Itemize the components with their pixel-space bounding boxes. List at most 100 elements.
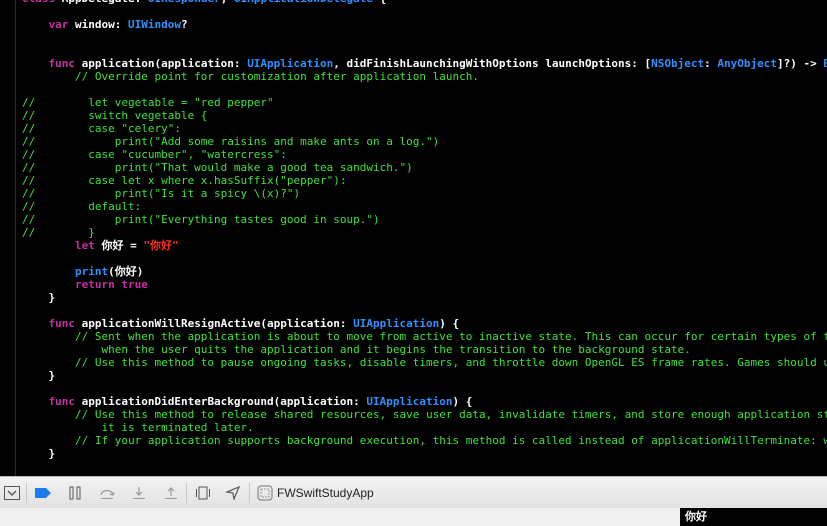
code-line: // print("That would make a good tea san… xyxy=(22,161,827,174)
code-line: func applicationDidEnterBackground(appli… xyxy=(22,395,827,408)
app-target-icon[interactable] xyxy=(256,485,274,501)
code-token-plain: ]?) -> xyxy=(777,57,824,70)
code-line: // Use this method to pause ongoing task… xyxy=(22,356,827,369)
toolbar-separator xyxy=(26,483,27,503)
code-token-plain: : xyxy=(704,57,718,70)
code-line: // switch vegetable { xyxy=(22,109,827,122)
hide-debug-area-icon[interactable] xyxy=(3,485,21,501)
code-token-keyword: true xyxy=(121,278,148,291)
code-line: // print("Everything tastes good in soup… xyxy=(22,213,827,226)
code-text-area[interactable]: class AppDelegate: UIResponder, UIApplic… xyxy=(22,0,827,460)
code-token-comment: // case "celery": xyxy=(22,122,181,135)
code-token-keyword: class xyxy=(22,0,62,5)
code-line: // default: xyxy=(22,200,827,213)
tooltip: 你好 xyxy=(680,508,827,526)
code-token-plain: applicationDidEnterBackground(applicatio… xyxy=(81,395,367,408)
debug-bar: FWSwiftStudyApp xyxy=(0,476,827,509)
code-token-type: B xyxy=(823,57,827,70)
code-token-keyword: func xyxy=(22,395,82,408)
code-token-keyword: func xyxy=(22,57,82,70)
code-line: // case "celery": xyxy=(22,122,827,135)
code-token-plain: ? xyxy=(180,18,188,31)
code-line: // let vegetable = "red pepper" xyxy=(22,96,827,109)
pause-continue-icon[interactable] xyxy=(66,485,84,501)
code-line: // } xyxy=(22,226,827,239)
code-token-comment: // Override point for customization afte… xyxy=(22,70,479,83)
code-token-plain: , xyxy=(221,0,234,5)
step-over-icon[interactable] xyxy=(98,485,116,501)
code-token-plain: } xyxy=(22,291,56,304)
code-token-plain: } xyxy=(22,369,56,382)
code-token-comment: // Use this method to pause ongoing task… xyxy=(22,356,827,369)
code-token-plain: , didFinishLaunchingWithOptions launchOp… xyxy=(333,57,652,70)
code-token-comment: // print("Everything tastes good in soup… xyxy=(22,213,380,226)
code-token-plain: 你好 = xyxy=(101,239,144,252)
code-token-comment: // default: xyxy=(22,200,142,213)
code-line: // If your application supports backgrou… xyxy=(22,434,827,447)
code-token-comment: // print("Is it a spicy \(x)?") xyxy=(22,187,301,200)
gutter-divider xyxy=(15,0,16,476)
code-token-plain: ) { xyxy=(439,317,460,330)
code-token-keyword: func xyxy=(22,317,82,330)
code-line: // print("Add some raisins and make ants… xyxy=(22,135,827,148)
code-token-plain: { xyxy=(373,0,387,5)
code-token-type: print xyxy=(22,265,109,278)
view-hierarchy-icon[interactable] xyxy=(194,485,212,501)
code-token-comment: // let vegetable = "red pepper" xyxy=(22,96,274,109)
code-token-type: UIApplication xyxy=(366,395,453,408)
code-token-comment: // print("That would make a good tea san… xyxy=(22,161,413,174)
code-line: print(你好) xyxy=(22,265,827,278)
code-line: func application(application: UIApplicat… xyxy=(22,57,827,70)
code-token-type: UIApplication xyxy=(247,57,334,70)
code-line: it is terminated later. xyxy=(22,421,827,434)
code-line: // Override point for customization afte… xyxy=(22,70,827,83)
code-line: // print("Is it a spicy \(x)?") xyxy=(22,187,827,200)
code-token-keyword: var xyxy=(22,18,75,31)
step-into-icon[interactable] xyxy=(130,485,148,501)
code-token-comment: // If your application supports backgrou… xyxy=(22,434,827,447)
code-line: let 你好 = "你好" xyxy=(22,239,827,252)
step-out-icon[interactable] xyxy=(162,485,180,501)
code-token-plain: application(application: xyxy=(81,57,248,70)
simulate-location-icon[interactable] xyxy=(224,485,242,501)
code-line: var window: UIWindow? xyxy=(22,18,827,31)
code-token-plain: } xyxy=(22,447,56,460)
code-token-string: "你好" xyxy=(143,239,179,252)
toolbar-separator xyxy=(186,483,187,503)
code-line: // case let x where x.hasSuffix("pepper"… xyxy=(22,174,827,187)
code-token-plain: AppDelegate: xyxy=(62,0,148,5)
code-token-type: UIWindow xyxy=(127,18,181,31)
code-token-plain: applicationWillResignActive(application: xyxy=(81,317,354,330)
code-line: } xyxy=(22,447,827,460)
code-token-comment: when the user quits the application and … xyxy=(22,343,691,356)
code-token-type: UIApplication xyxy=(353,317,440,330)
code-token-keyword: return xyxy=(22,278,122,291)
code-token-type: AnyObject xyxy=(717,57,778,70)
code-token-plain: window: xyxy=(74,18,128,31)
code-token-comment: it is terminated later. xyxy=(22,421,254,434)
code-line: // case "cucumber", "watercress": xyxy=(22,148,827,161)
code-line: // Sent when the application is about to… xyxy=(22,330,827,343)
code-token-comment: // Use this method to release shared res… xyxy=(22,408,827,421)
code-line: } xyxy=(22,369,827,382)
code-token-keyword: let xyxy=(22,239,102,252)
code-editor[interactable]: class AppDelegate: UIResponder, UIApplic… xyxy=(0,0,827,476)
code-token-comment: // print("Add some raisins and make ants… xyxy=(22,135,440,148)
app-target-label[interactable]: FWSwiftStudyApp xyxy=(277,486,374,500)
toolbar-separator xyxy=(249,483,250,503)
code-token-comment: // Sent when the application is about to… xyxy=(22,330,827,343)
code-line: when the user quits the application and … xyxy=(22,343,827,356)
code-line: // Use this method to release shared res… xyxy=(22,408,827,421)
code-line: func applicationWillResignActive(applica… xyxy=(22,317,827,330)
code-line: return true xyxy=(22,278,827,291)
breakpoint-toggle-icon[interactable] xyxy=(34,485,52,501)
code-token-comment: // case "cucumber", "watercress": xyxy=(22,148,287,161)
code-line: } xyxy=(22,291,827,304)
code-token-comment: // switch vegetable { xyxy=(22,109,208,122)
